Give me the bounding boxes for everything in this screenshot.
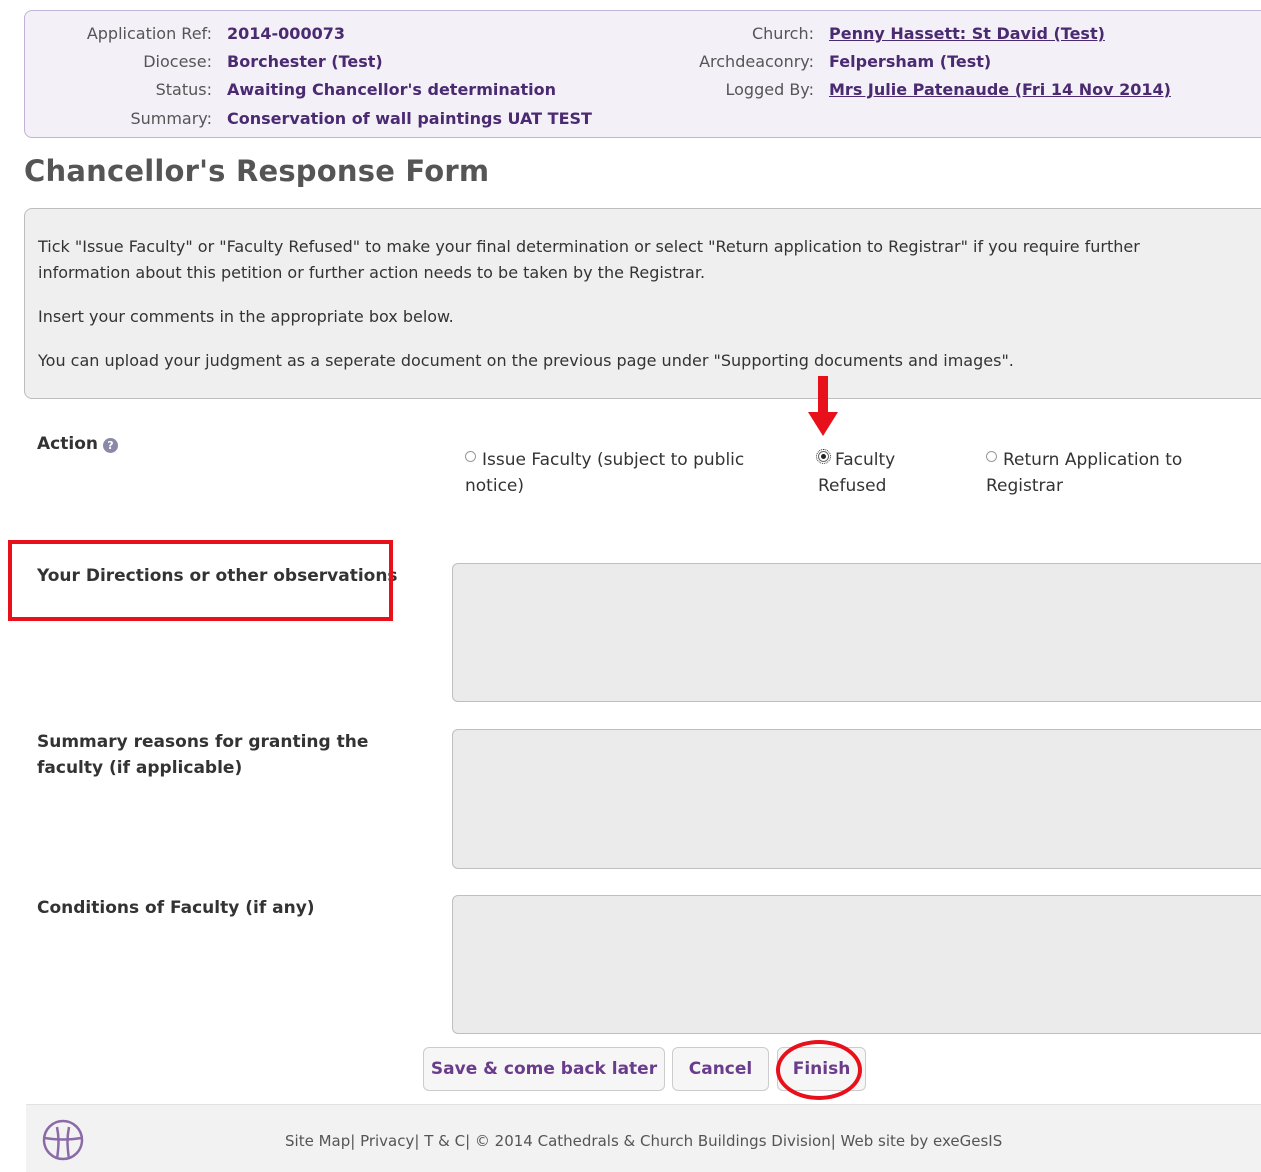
separator: | (350, 1132, 361, 1150)
site-map-link[interactable]: Site Map (285, 1132, 350, 1150)
separator: | (830, 1132, 841, 1150)
instructions-panel: Tick "Issue Faculty" or "Faculty Refused… (24, 208, 1261, 399)
annotation-arrow-icon (808, 376, 838, 436)
annotation-circle (776, 1040, 862, 1100)
reasons-textarea[interactable] (452, 729, 1261, 869)
radio-faculty-refused[interactable]: Faculty Refused (816, 447, 928, 499)
separator: | (465, 1132, 475, 1150)
church-label: Church: (751, 24, 814, 43)
archdeaconry-label: Archdeaconry: (699, 52, 814, 71)
application-summary-box: Application Ref: 2014-000073 Diocese: Bo… (24, 10, 1261, 138)
radio-issue-faculty[interactable]: Issue Faculty (subject to public notice) (465, 447, 765, 499)
page-title: Chancellor's Response Form (24, 154, 490, 188)
copyright-text: © 2014 Cathedrals & Church Buildings Div… (474, 1132, 831, 1150)
conditions-label: Conditions of Faculty (if any) (37, 898, 315, 918)
instructions-text-1: Tick "Issue Faculty" or "Faculty Refused… (38, 237, 1140, 282)
radio-button-checked[interactable] (816, 449, 831, 464)
conditions-textarea[interactable] (452, 895, 1261, 1034)
save-later-button[interactable]: Save & come back later (423, 1047, 665, 1091)
footer-links: Site Map| Privacy| T & C| © 2014 Cathedr… (285, 1132, 1002, 1150)
action-label: Action (37, 434, 98, 454)
radio-button[interactable] (986, 451, 997, 462)
instructions-text-2: Insert your comments in the appropriate … (38, 307, 454, 326)
privacy-link[interactable]: Privacy (360, 1132, 414, 1150)
terms-link[interactable]: T & C (424, 1132, 465, 1150)
radio-issue-faculty-label: Issue Faculty (subject to public notice) (465, 450, 745, 496)
credit-link[interactable]: Web site by exeGesIS (841, 1132, 1003, 1150)
radio-return-application-label: Return Application to Registrar (986, 450, 1183, 496)
radio-faculty-refused-label: Faculty Refused (818, 450, 896, 496)
cancel-button[interactable]: Cancel (672, 1047, 769, 1091)
logged-by-link[interactable]: Mrs Julie Patenaude (Fri 14 Nov 2014) (829, 79, 1171, 101)
question-icon[interactable]: ? (103, 438, 118, 453)
church-link[interactable]: Penny Hassett: St David (Test) (829, 23, 1105, 45)
church-cross-icon (42, 1119, 84, 1161)
separator: | (414, 1132, 425, 1150)
archdeaconry-value: Felpersham (Test) (829, 52, 992, 71)
footer: Site Map| Privacy| T & C| © 2014 Cathedr… (26, 1104, 1261, 1172)
summary-label: Summary: (130, 109, 212, 128)
reasons-label: Summary reasons for granting the faculty… (37, 732, 369, 778)
logged-by-label: Logged By: (725, 80, 815, 99)
directions-textarea[interactable] (452, 563, 1261, 702)
instructions-text-3: You can upload your judgment as a sepera… (38, 351, 1014, 370)
radio-button[interactable] (465, 451, 476, 462)
summary-value: Conservation of wall paintings UAT TEST (227, 109, 592, 128)
radio-return-application[interactable]: Return Application to Registrar (986, 447, 1216, 499)
annotation-highlight-box (8, 540, 393, 621)
